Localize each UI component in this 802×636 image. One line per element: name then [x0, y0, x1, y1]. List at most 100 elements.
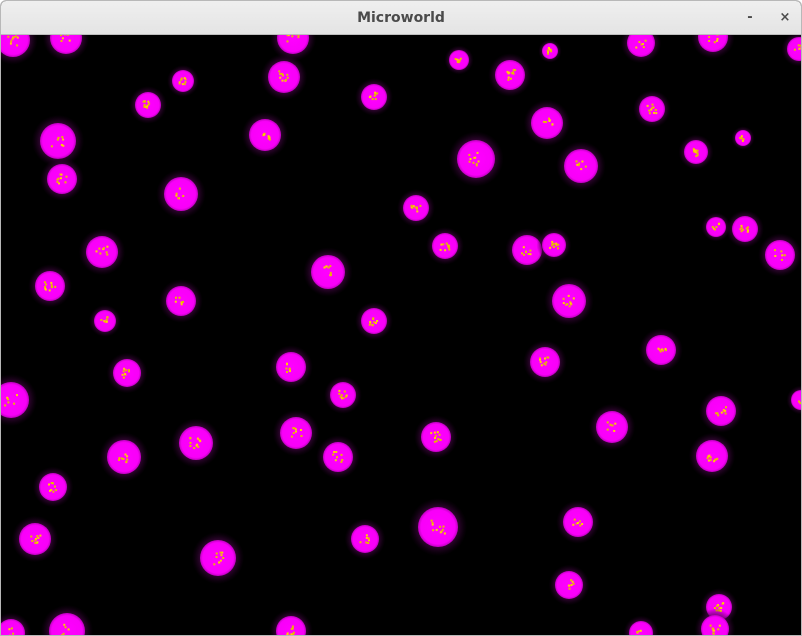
nucleus-particle	[279, 72, 282, 75]
nucleus-particle	[799, 44, 801, 47]
nucleus-particle	[12, 632, 15, 635]
nucleus-particle	[222, 557, 225, 559]
nucleus-particle	[646, 104, 649, 107]
nucleus-particle	[414, 206, 417, 209]
nucleus-particle	[539, 358, 541, 361]
microbe-cell	[426, 227, 464, 265]
nucleus-particle	[713, 41, 716, 44]
nucleus-particle	[365, 541, 368, 544]
nucleus-particle	[281, 79, 284, 82]
nucleus-particle	[16, 394, 18, 397]
nucleus-particle	[219, 559, 222, 562]
microbe-cell	[726, 210, 764, 248]
nucleus-particle	[146, 105, 148, 108]
nucleus-particle	[52, 490, 55, 493]
nucleus-particle	[286, 362, 288, 365]
cell-body	[330, 382, 356, 408]
cell-body	[530, 347, 560, 377]
nucleus-particle	[218, 561, 221, 564]
nucleus-particle	[365, 536, 368, 539]
nucleus-particle	[548, 120, 551, 122]
minimize-button[interactable]: -	[740, 8, 760, 28]
nucleus-particle	[435, 528, 438, 531]
nucleus-particle	[178, 187, 181, 190]
nucleus-particle	[433, 440, 436, 443]
nucleus-particle	[562, 302, 565, 305]
nucleus-particle	[708, 40, 711, 42]
microworld-view	[1, 35, 801, 635]
nucleus-particle	[695, 155, 698, 158]
nucleus-particle	[10, 627, 13, 630]
nucleus-particle	[793, 48, 796, 51]
nucleus-particle	[430, 519, 433, 522]
cell-body	[735, 130, 751, 146]
nucleus-particle	[286, 40, 289, 43]
nucleus-particle	[45, 283, 47, 286]
nucleus-particle	[431, 522, 434, 524]
nucleus-particle	[327, 266, 330, 269]
nucleus-particle	[639, 629, 642, 632]
nucleus-particle	[193, 447, 196, 450]
nucleus-particle	[740, 230, 743, 233]
nucleus-particle	[540, 364, 543, 367]
cell-body	[564, 149, 598, 183]
nucleus-particle	[8, 628, 11, 631]
canvas-background	[1, 35, 801, 635]
nucleus-particle	[287, 35, 290, 37]
nucleus-particle	[412, 205, 415, 208]
nucleus-particle	[512, 71, 515, 74]
nucleus-particle	[546, 49, 549, 52]
nucleus-particle	[183, 83, 186, 86]
nucleus-particle	[126, 455, 129, 458]
nucleus-particle	[774, 249, 776, 252]
nucleus-particle	[11, 38, 14, 41]
nucleus-particle	[720, 411, 723, 414]
nucleus-particle	[367, 537, 370, 540]
nucleus-particle	[507, 76, 510, 79]
nucleus-particle	[410, 204, 413, 207]
microbe-cell	[678, 134, 714, 170]
cell-body	[200, 540, 236, 576]
microbe-cell	[191, 531, 245, 585]
nucleus-particle	[781, 254, 784, 257]
nucleus-particle	[469, 158, 472, 160]
nucleus-particle	[219, 551, 222, 554]
microbe-cell	[344, 518, 386, 560]
cell-body	[107, 440, 141, 474]
nucleus-particle	[648, 112, 651, 115]
microbe-cell	[303, 247, 353, 297]
nucleus-particle	[529, 253, 532, 256]
nucleus-particle	[551, 240, 554, 243]
nucleus-particle	[374, 91, 377, 94]
microbe-cell	[731, 126, 755, 150]
nucleus-particle	[333, 451, 336, 453]
nucleus-particle	[716, 37, 719, 40]
title-bar[interactable]: Microworld - ×	[1, 1, 801, 35]
nucleus-particle	[525, 250, 527, 253]
nucleus-particle	[15, 35, 18, 38]
nucleus-particle	[122, 376, 125, 379]
cell-body	[172, 70, 194, 92]
nucleus-particle	[359, 541, 362, 544]
simulation-canvas[interactable]	[1, 35, 801, 635]
nucleus-particle	[106, 245, 109, 248]
nucleus-particle	[105, 251, 108, 254]
nucleus-particle	[522, 246, 525, 249]
nucleus-particle	[475, 163, 478, 166]
nucleus-particle	[542, 120, 545, 123]
nucleus-particle	[64, 626, 67, 629]
nucleus-particle	[13, 36, 15, 39]
nucleus-particle	[54, 485, 56, 488]
nucleus-particle	[285, 79, 287, 81]
microbe-cell	[156, 169, 206, 219]
microbe-cell	[688, 432, 736, 480]
nucleus-particle	[798, 47, 801, 50]
nucleus-particle	[147, 100, 150, 103]
nucleus-particle	[662, 349, 665, 352]
nucleus-particle	[507, 72, 510, 75]
microbe-cell	[241, 111, 289, 159]
nucleus-particle	[290, 435, 293, 438]
close-button[interactable]: ×	[775, 8, 795, 28]
nucleus-particle	[105, 320, 108, 323]
nucleus-particle	[118, 457, 121, 460]
